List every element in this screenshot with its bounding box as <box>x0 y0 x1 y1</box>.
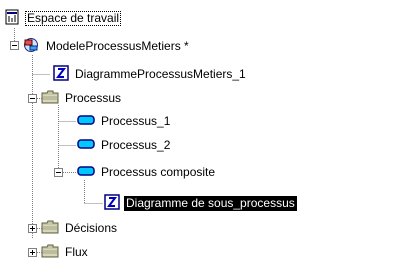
diagram-icon <box>53 64 69 84</box>
tree-item-diagram[interactable]: DiagrammeProcessusMetiers_1 <box>53 64 248 84</box>
tree-item-label: Diagramme de sous_processus <box>124 195 297 211</box>
tree-item-flux-folder[interactable]: Flux <box>41 243 90 261</box>
tree-item-workspace[interactable]: Espace de travail <box>5 9 122 28</box>
diagram-icon <box>104 193 120 213</box>
process-icon <box>77 163 95 182</box>
tree-item-processus-composite[interactable]: Processus composite <box>77 163 217 181</box>
tree-item-model[interactable]: ModeleProcessusMetiers * <box>22 37 191 55</box>
tree-item-sub-diagram[interactable]: Diagramme de sous_processus <box>104 193 297 213</box>
process-icon <box>77 136 95 155</box>
collapse-toggle-processus-composite[interactable] <box>54 168 63 177</box>
folder-icon <box>41 243 59 262</box>
tree-item-label: Espace de travail <box>25 10 122 26</box>
expand-toggle-flux[interactable] <box>28 248 37 257</box>
collapse-toggle-model[interactable] <box>10 41 19 50</box>
workspace-icon <box>5 9 21 28</box>
collapse-toggle-processus[interactable] <box>28 94 37 103</box>
tree-item-label: Processus_1 <box>101 113 171 128</box>
tree-item-processus-1[interactable]: Processus_1 <box>77 112 172 130</box>
tree-item-label: Processus composite <box>101 164 216 179</box>
process-icon <box>77 112 95 131</box>
tree-item-label: Décisions <box>65 220 118 235</box>
folder-icon <box>41 219 59 238</box>
tree-item-label: ModeleProcessusMetiers * <box>46 38 189 53</box>
tree-item-decisions-folder[interactable]: Décisions <box>41 219 119 237</box>
tree-item-label: Flux <box>65 244 88 259</box>
expand-toggle-decisions[interactable] <box>28 224 37 233</box>
tree-item-processus-folder[interactable]: Processus <box>41 89 123 107</box>
tree-item-label: Processus_2 <box>101 137 171 152</box>
tree-item-processus-2[interactable]: Processus_2 <box>77 136 172 154</box>
workspace-tree: Espace de travail ModeleProcessusMetiers… <box>0 0 400 262</box>
folder-icon <box>41 89 59 108</box>
tree-item-label: Processus <box>65 90 122 105</box>
model-icon <box>22 37 40 56</box>
tree-item-label: DiagrammeProcessusMetiers_1 <box>75 66 246 81</box>
